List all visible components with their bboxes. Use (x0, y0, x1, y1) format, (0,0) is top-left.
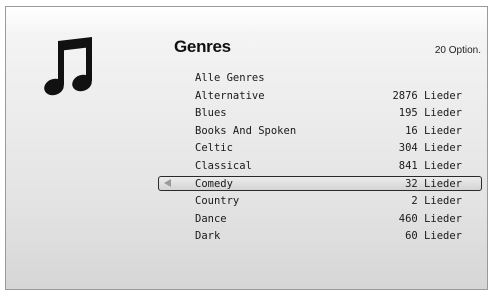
genre-row-dance[interactable]: Dance 460 Lieder (6, 211, 487, 228)
song-count: 2876 Lieder (392, 89, 462, 102)
genre-name: Blues (195, 107, 227, 120)
song-count: 841 Lieder (398, 160, 462, 172)
genre-name: Classical (195, 160, 252, 172)
genre-row-alle-genres[interactable]: Alle Genres (6, 70, 487, 87)
genre-name: Comedy (195, 177, 233, 190)
song-count: 195 Lieder (398, 107, 462, 120)
genre-row-blues[interactable]: Blues 195 Lieder (6, 105, 487, 122)
page-title: Genres (174, 37, 231, 56)
genre-row-dark[interactable]: Dark 60 Lieder (6, 228, 487, 245)
genre-row-books-and-spoken[interactable]: Books And Spoken 16 Lieder (6, 123, 487, 140)
option-count-label: 20 Option. (434, 45, 481, 56)
genre-name: Dark (195, 230, 221, 243)
song-count: 16 Lieder (405, 124, 462, 137)
screen-gloss (6, 7, 487, 35)
song-count: 2 Lieder (411, 195, 462, 208)
genre-name: Dance (195, 212, 227, 225)
genre-row-country[interactable]: Country 2 Lieder (6, 193, 487, 210)
genre-name: Celtic (195, 142, 233, 155)
song-count: 460 Lieder (398, 212, 462, 225)
genre-row-comedy[interactable]: Comedy 32 Lieder (6, 175, 487, 193)
genre-row-classical[interactable]: Classical 841 Lieder (6, 158, 487, 175)
song-count: 32 Lieder (405, 177, 462, 190)
genre-name: Country (195, 195, 240, 208)
song-count: 304 Lieder (398, 142, 462, 155)
selection-arrow-icon (164, 178, 171, 187)
genre-name: Alternative (195, 89, 265, 102)
genre-row-alternative[interactable]: Alternative 2876 Lieder (6, 88, 487, 105)
genre-browser-screen: Genres 20 Option. Alle Genres Alternativ… (5, 6, 488, 290)
genre-name: Books And Spoken (195, 124, 297, 137)
song-count: 60 Lieder (405, 230, 462, 243)
genre-row-celtic[interactable]: Celtic 304 Lieder (6, 140, 487, 157)
genre-name: Alle Genres (195, 72, 265, 84)
